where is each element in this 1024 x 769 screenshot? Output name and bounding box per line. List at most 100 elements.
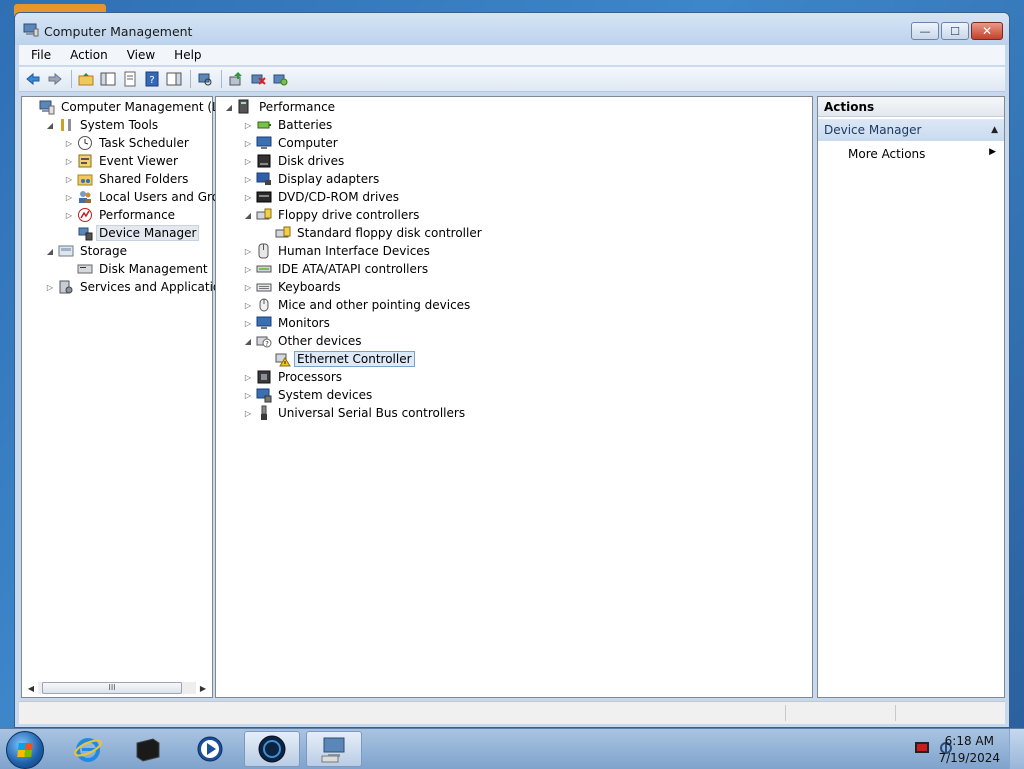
menu-file[interactable]: File (19, 48, 58, 62)
taskbar-app-2[interactable] (120, 731, 176, 767)
collapsed-triangle-icon[interactable]: ▷ (45, 282, 55, 292)
tree-node[interactable]: ▷ Performance (64, 206, 177, 224)
collapsed-triangle-icon[interactable]: ▷ (243, 156, 253, 166)
menu-help[interactable]: Help (162, 48, 208, 62)
scan-hardware-button[interactable] (195, 70, 215, 88)
tree-node[interactable]: ▷ Processors (243, 368, 344, 386)
collapsed-triangle-icon[interactable]: ▷ (243, 408, 253, 418)
tree-node[interactable]: Computer Management (Local (26, 98, 245, 116)
collapsed-triangle-icon[interactable]: ▷ (243, 372, 253, 382)
enable-device-button[interactable] (270, 70, 290, 88)
taskbar-media-player[interactable] (182, 731, 238, 767)
tree-node[interactable]: ▷ Display adapters (243, 170, 381, 188)
close-button[interactable]: ✕ (971, 22, 1003, 40)
up-level-button[interactable] (76, 70, 96, 88)
minimize-button[interactable]: — (911, 22, 939, 40)
close-icon: ✕ (981, 24, 993, 38)
tree-node-label: Performance (99, 208, 176, 222)
back-button[interactable] (23, 70, 43, 88)
clock-date[interactable]: 7/19/2024 (938, 751, 1000, 765)
tree-node[interactable]: ◢ Performance (224, 98, 337, 116)
taskbar-computer-management[interactable] (306, 731, 362, 767)
tree-node[interactable]: ▷ DVD/CD-ROM drives (243, 188, 401, 206)
show-hide-action-pane-button[interactable] (164, 70, 184, 88)
taskbar-internet-explorer[interactable] (60, 731, 116, 767)
tree-node[interactable]: Device Manager (64, 224, 200, 242)
collapsed-triangle-icon[interactable]: ▷ (243, 192, 253, 202)
tree-node[interactable]: ◢ System Tools (45, 116, 160, 134)
show-hide-console-tree-button[interactable] (98, 70, 118, 88)
actions-section-device-manager[interactable]: Device Manager ▲ (818, 119, 1004, 141)
forward-button[interactable] (45, 70, 65, 88)
expanded-triangle-icon[interactable]: ◢ (45, 120, 55, 130)
tree-node[interactable]: ▷ Batteries (243, 116, 334, 134)
scroll-track[interactable]: III (38, 682, 196, 694)
tree-node-label: Computer (278, 136, 338, 150)
help-button[interactable]: ? (142, 70, 162, 88)
expanded-triangle-icon[interactable]: ◢ (45, 246, 55, 256)
scroll-right-icon[interactable]: ▶ (196, 681, 210, 695)
tree-node[interactable]: ▷ Mice and other pointing devices (243, 296, 472, 314)
collapsed-triangle-icon[interactable]: ▷ (243, 138, 253, 148)
collapsed-triangle-icon[interactable]: ▷ (243, 318, 253, 328)
tree-node[interactable]: Ethernet Controller (262, 350, 415, 368)
tree-node[interactable]: ◢ Floppy drive controllers (243, 206, 421, 224)
uninstall-device-button[interactable] (248, 70, 268, 88)
status-separator (895, 705, 896, 721)
scroll-left-icon[interactable]: ◀ (24, 681, 38, 695)
collapsed-triangle-icon[interactable]: ▷ (64, 174, 74, 184)
collapsed-triangle-icon[interactable]: ▷ (243, 174, 253, 184)
collapsed-triangle-icon[interactable]: ▷ (243, 282, 253, 292)
clock-time[interactable]: 6:18 AM (945, 734, 994, 748)
tree-node[interactable]: Disk Management (64, 260, 210, 278)
tree-node[interactable]: ▷ Task Scheduler (64, 134, 191, 152)
expanded-triangle-icon[interactable]: ◢ (243, 336, 253, 346)
tree-node[interactable]: ▷ System devices (243, 386, 374, 404)
collapsed-triangle-icon[interactable]: ▷ (64, 156, 74, 166)
tree-node[interactable]: ▷ IDE ATA/ATAPI controllers (243, 260, 430, 278)
tree-node[interactable]: ▷ Event Viewer (64, 152, 180, 170)
expanded-triangle-icon[interactable]: ◢ (224, 102, 234, 112)
collapsed-triangle-icon[interactable]: ▷ (243, 390, 253, 400)
tree-node[interactable]: ◢? Other devices (243, 332, 364, 350)
menu-view[interactable]: View (115, 48, 162, 62)
show-desktop-button[interactable] (1009, 729, 1024, 769)
tree-node[interactable]: Standard floppy disk controller (262, 224, 484, 242)
collapsed-triangle-icon[interactable]: ▷ (243, 246, 253, 256)
collapse-up-icon[interactable]: ▲ (991, 119, 998, 141)
taskbar-app-4[interactable] (244, 731, 300, 767)
more-actions-link[interactable]: More Actions (848, 147, 925, 161)
collapsed-triangle-icon[interactable]: ▷ (243, 264, 253, 274)
start-button[interactable] (6, 731, 44, 769)
title-bar[interactable]: Computer Management — ☐ ✕ (15, 13, 1009, 45)
tree-node[interactable]: ▷ Shared Folders (64, 170, 190, 188)
menu-action[interactable]: Action (58, 48, 115, 62)
tree-node-label: Monitors (278, 316, 330, 330)
maximize-button[interactable]: ☐ (941, 22, 969, 40)
computer-management-icon (39, 99, 55, 115)
tree-node[interactable]: ▷ Keyboards (243, 278, 343, 296)
tree-node[interactable]: ◢ Storage (45, 242, 129, 260)
scroll-thumb[interactable]: III (42, 682, 182, 694)
collapsed-triangle-icon[interactable]: ▷ (64, 210, 74, 220)
computer-icon (237, 99, 253, 115)
computer-management-window: Computer Management — ☐ ✕ File Action Vi… (14, 12, 1010, 728)
horizontal-scrollbar[interactable]: ◀ III ▶ (24, 681, 210, 695)
properties-button[interactable] (120, 70, 140, 88)
status-bar (19, 701, 1005, 724)
collapsed-triangle-icon[interactable]: ▷ (64, 138, 74, 148)
device-manager-icon (77, 225, 93, 241)
collapsed-triangle-icon[interactable]: ▷ (64, 192, 74, 202)
tree-node[interactable]: ▷ Computer (243, 134, 340, 152)
tree-node[interactable]: ▷ Monitors (243, 314, 332, 332)
collapsed-triangle-icon[interactable]: ▷ (243, 120, 253, 130)
tree-node[interactable]: ▷ Disk drives (243, 152, 346, 170)
expanded-triangle-icon[interactable]: ◢ (243, 210, 253, 220)
collapsed-triangle-icon[interactable]: ▷ (243, 300, 253, 310)
tree-node[interactable]: ▷ Human Interface Devices (243, 242, 432, 260)
update-driver-button[interactable] (226, 70, 246, 88)
battery-icon (256, 117, 272, 133)
tree-node[interactable]: ▷ Universal Serial Bus controllers (243, 404, 467, 422)
action-center-flag-icon[interactable] (914, 741, 930, 755)
tree-node[interactable]: ▷ Services and Applications (45, 278, 236, 296)
